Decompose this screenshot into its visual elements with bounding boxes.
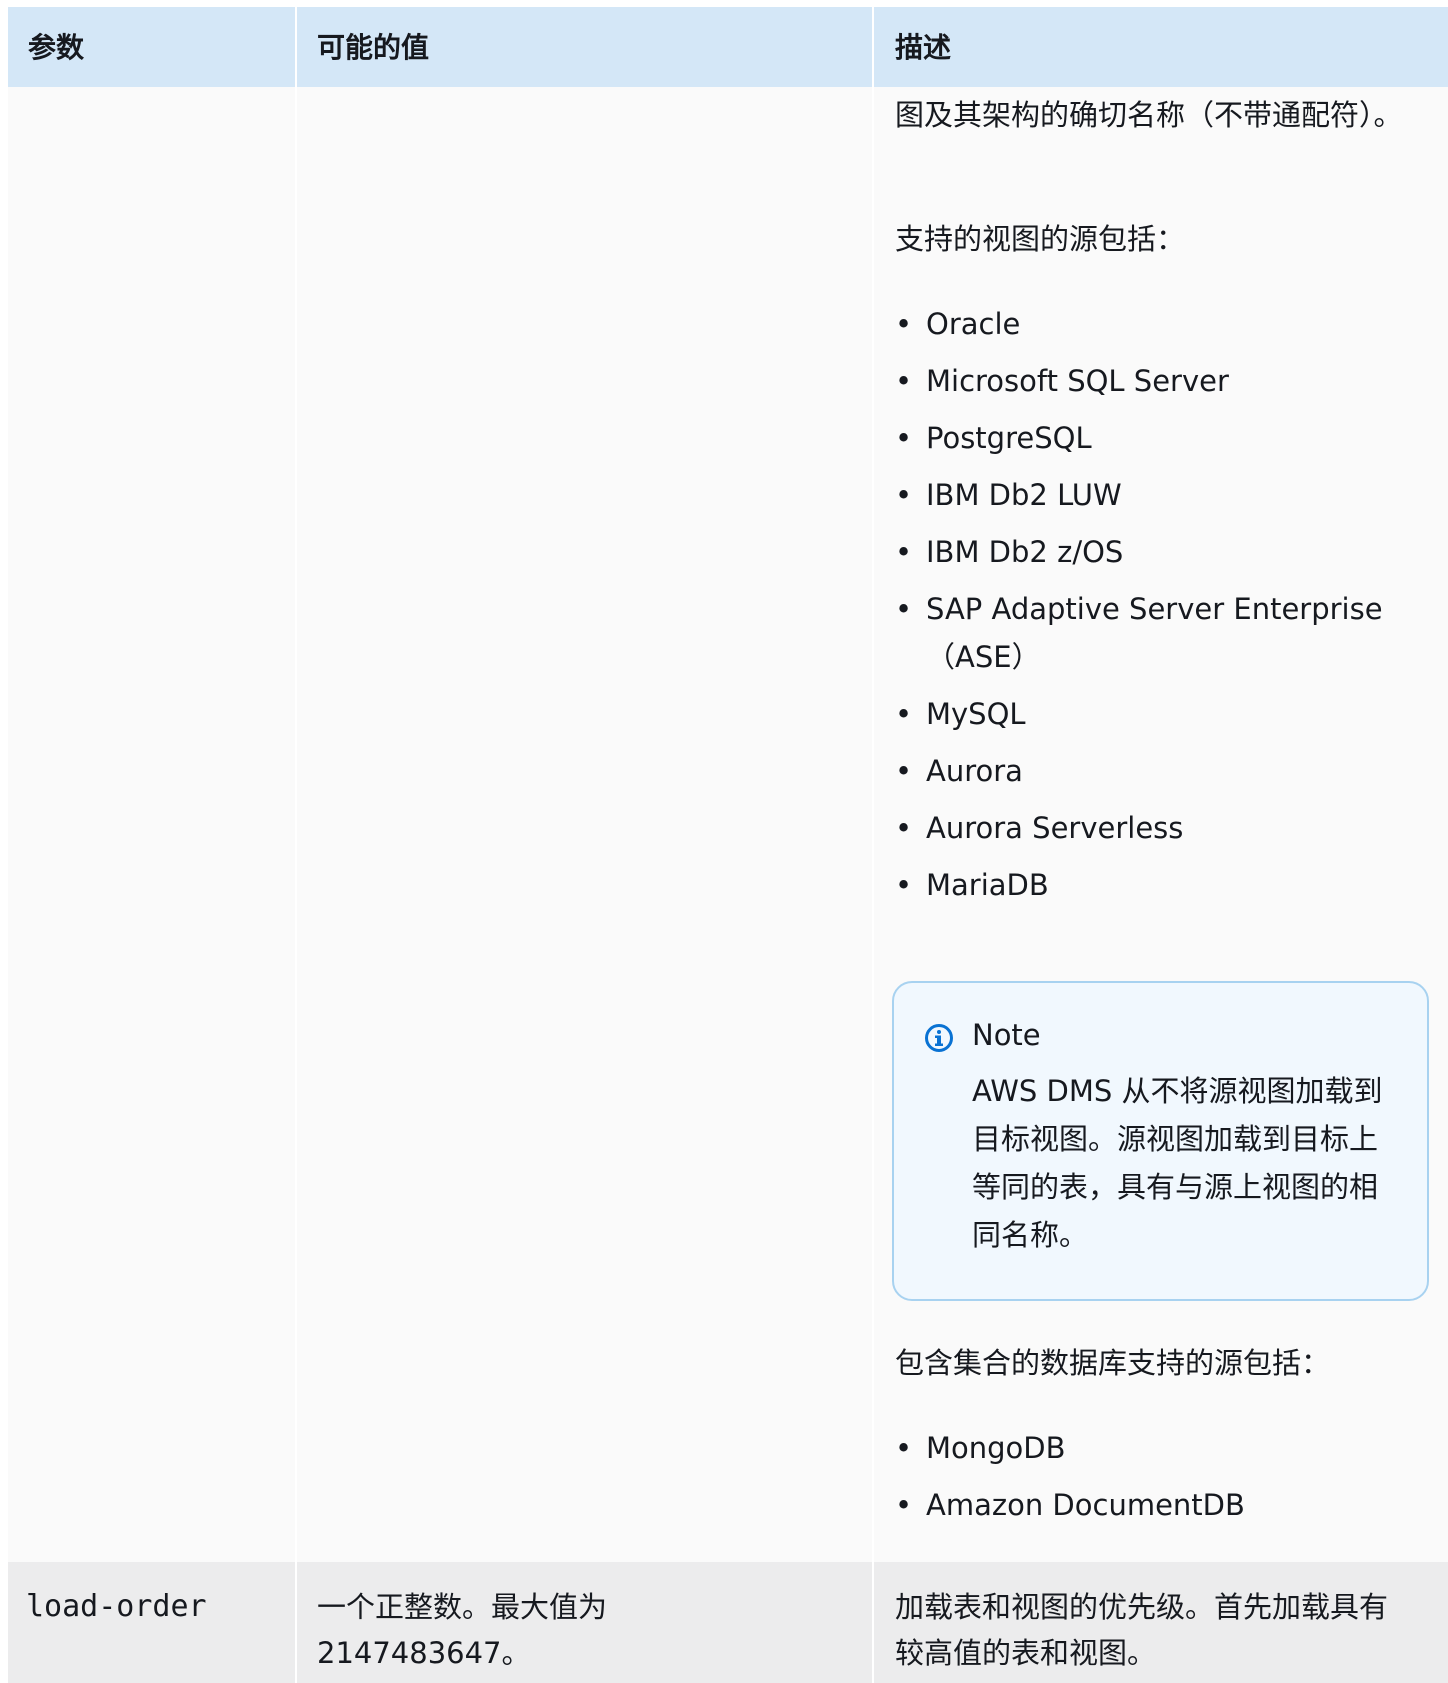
table-row: load-order 一个正整数。最大值为 2147483647。 加载表和视图…	[8, 1562, 1448, 1683]
view-sources-list: • Oracle • Microsoft SQL Server • PostgreSQ…	[895, 300, 1395, 918]
description-intro: 图及其架构的确切名称（不带通配符）。	[895, 98, 1403, 132]
list-item: • PostgreSQL	[895, 414, 1395, 462]
header-cell-param: 参数	[8, 7, 295, 87]
header-description-label: 描述	[895, 31, 952, 64]
bullet-icon: •	[895, 307, 913, 341]
list-item: • MariaDB	[895, 861, 1395, 909]
list-item-label: MySQL	[926, 697, 1026, 731]
list-item-label: Amazon DocumentDB	[926, 1488, 1245, 1522]
collection-sources-list: • MongoDB • Amazon DocumentDB	[895, 1424, 1395, 1538]
views-heading: 支持的视图的源包括：	[895, 222, 1186, 256]
list-item-label: MongoDB	[926, 1431, 1066, 1465]
header-cell-description: 描述	[874, 7, 1448, 87]
note-body: AWS DMS 从不将源视图加载到目标视图。源视图加载到目标上等同的表，具有与源…	[972, 1074, 1383, 1252]
list-item-label: MariaDB	[926, 868, 1049, 902]
list-item: • Amazon DocumentDB	[895, 1481, 1395, 1529]
list-item: • SAP Adaptive Server Enterprise（ASE）	[895, 585, 1395, 681]
bullet-icon: •	[895, 1431, 913, 1465]
bullet-icon: •	[895, 697, 913, 731]
collections-heading: 包含集合的数据库支持的源包括：	[895, 1346, 1331, 1380]
list-item-label: PostgreSQL	[926, 421, 1092, 455]
table-header-row: 参数 可能的值 描述	[8, 7, 1448, 87]
parameters-table: 参数 可能的值 描述 图及其架构的确切名称（不带通配符）。 支持的视图的源包括：…	[8, 7, 1448, 1683]
bullet-icon: •	[895, 868, 913, 902]
list-item: • MongoDB	[895, 1424, 1395, 1472]
param-name-code: load-order	[26, 1589, 207, 1624]
bullet-icon: •	[895, 421, 913, 455]
header-values-label: 可能的值	[317, 31, 430, 64]
bullet-icon: •	[895, 811, 913, 845]
list-item: • Microsoft SQL Server	[895, 357, 1395, 405]
description-cell: 图及其架构的确切名称（不带通配符）。 支持的视图的源包括： • Oracle • M…	[874, 87, 1448, 1562]
param-cell	[8, 87, 295, 1562]
possible-values-text: 一个正整数。最大值为 2147483647。	[317, 1590, 608, 1670]
list-item: • MySQL	[895, 690, 1395, 738]
list-item-label: Aurora Serverless	[926, 811, 1184, 845]
list-item: • Oracle	[895, 300, 1395, 348]
bullet-icon: •	[895, 478, 913, 512]
bullet-icon: •	[895, 535, 913, 569]
info-icon	[925, 1024, 953, 1052]
list-item-label: Aurora	[926, 754, 1023, 788]
list-item-label: Oracle	[926, 307, 1021, 341]
list-item-label: IBM Db2 LUW	[926, 478, 1122, 512]
list-item: • Aurora Serverless	[895, 804, 1395, 852]
list-item: • IBM Db2 LUW	[895, 471, 1395, 519]
note-callout: Note AWS DMS 从不将源视图加载到目标视图。源视图加载到目标上等同的表…	[892, 981, 1429, 1301]
description-text: 加载表和视图的优先级。首先加载具有较高值的表和视图。	[895, 1590, 1389, 1670]
bullet-icon: •	[895, 754, 913, 788]
list-item-label: IBM Db2 z/OS	[926, 535, 1124, 569]
bullet-icon: •	[895, 1488, 913, 1522]
list-item: • Aurora	[895, 747, 1395, 795]
note-title: Note	[972, 1018, 1041, 1052]
list-item-label: Microsoft SQL Server	[926, 364, 1229, 398]
table-row: 图及其架构的确切名称（不带通配符）。 支持的视图的源包括： • Oracle • M…	[8, 87, 1448, 1562]
values-cell: 一个正整数。最大值为 2147483647。	[297, 1562, 872, 1683]
description-cell: 加载表和视图的优先级。首先加载具有较高值的表和视图。	[874, 1562, 1448, 1683]
param-cell: load-order	[8, 1562, 295, 1683]
header-cell-values: 可能的值	[297, 7, 872, 87]
header-param-label: 参数	[28, 31, 85, 64]
list-item-label: SAP Adaptive Server Enterprise（ASE）	[926, 592, 1383, 674]
list-item: • IBM Db2 z/OS	[895, 528, 1395, 576]
bullet-icon: •	[895, 592, 913, 626]
values-cell	[297, 87, 872, 1562]
bullet-icon: •	[895, 364, 913, 398]
